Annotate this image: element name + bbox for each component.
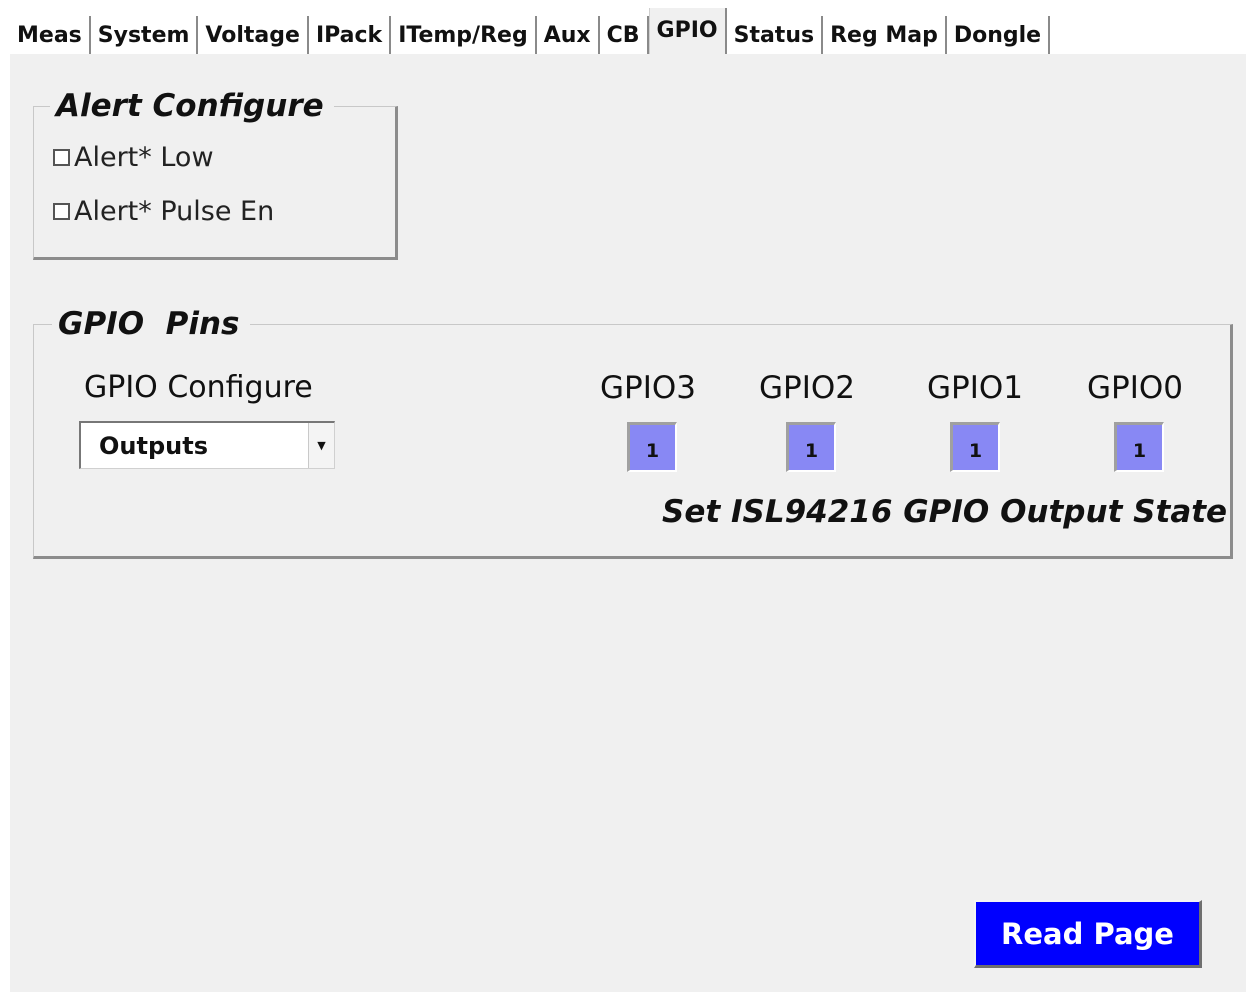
gpio-output-caption: Set ISL94216 GPIO Output State — [662, 494, 1228, 530]
tab-reg-map[interactable]: Reg Map — [823, 16, 947, 54]
gpio-configure-select[interactable]: Outputs ▼ — [79, 421, 335, 469]
gpio-tab-panel: Alert Configure Alert* Low Alert* Pulse … — [10, 54, 1246, 992]
gpio2-state-toggle[interactable]: 1 — [786, 422, 836, 472]
tab-voltage[interactable]: Voltage — [198, 16, 309, 54]
gpio-pins-title: GPIO Pins — [52, 306, 250, 342]
tab-ipack[interactable]: IPack — [308, 16, 392, 54]
tab-system[interactable]: System — [90, 16, 199, 54]
alert-pulse-en-label: Alert* Pulse En — [74, 196, 275, 227]
gpio-configure-label: GPIO Configure — [84, 370, 313, 405]
gpio3-label: GPIO3 — [600, 370, 696, 406]
gpio-configure-value: Outputs — [99, 431, 208, 460]
tab-dongle[interactable]: Dongle — [946, 16, 1051, 54]
alert-pulse-en-option[interactable]: Alert* Pulse En — [53, 196, 274, 227]
gpio1-label: GPIO1 — [927, 370, 1023, 406]
tab-status[interactable]: Status — [726, 16, 824, 54]
tab-meas[interactable]: Meas — [10, 16, 91, 54]
tab-itemp-reg[interactable]: ITemp/Reg — [391, 16, 537, 54]
alert-low-option[interactable]: Alert* Low — [53, 142, 214, 173]
gpio1-state-toggle[interactable]: 1 — [950, 422, 1000, 472]
alert-configure-title: Alert Configure — [50, 88, 334, 124]
gpio0-state-toggle[interactable]: 1 — [1114, 422, 1164, 472]
tab-bar: Meas System Voltage IPack ITemp/Reg Aux … — [10, 8, 1051, 54]
gpio0-label: GPIO0 — [1087, 370, 1183, 406]
tab-cb[interactable]: CB — [599, 16, 649, 54]
tab-gpio[interactable]: GPIO — [648, 8, 727, 54]
alert-configure-group — [33, 106, 398, 260]
chevron-down-icon[interactable]: ▼ — [308, 423, 334, 468]
alert-pulse-en-checkbox[interactable] — [53, 203, 70, 220]
gpio3-state-toggle[interactable]: 1 — [627, 422, 677, 472]
gpio2-label: GPIO2 — [759, 370, 855, 406]
alert-low-label: Alert* Low — [74, 142, 214, 173]
read-page-button[interactable]: Read Page — [974, 900, 1202, 968]
tab-aux[interactable]: Aux — [536, 16, 600, 54]
alert-low-checkbox[interactable] — [53, 149, 70, 166]
